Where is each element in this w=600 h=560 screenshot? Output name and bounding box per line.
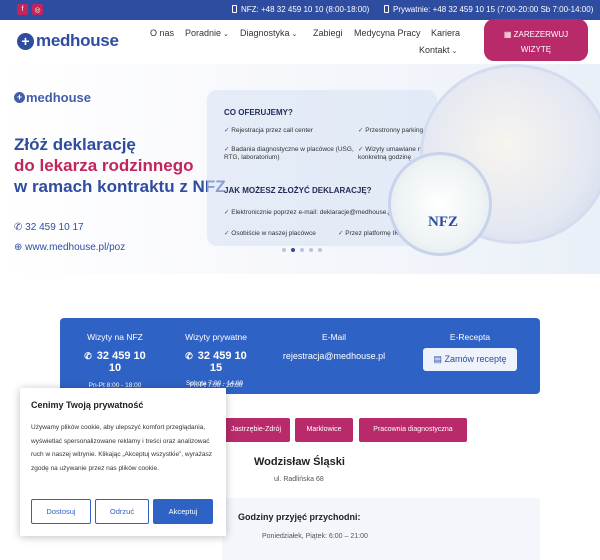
slider-dot[interactable] xyxy=(282,248,286,252)
hours-row: Poniedziałek, Piątek: 6:00 – 21:00 xyxy=(262,533,368,540)
cookie-customize-button[interactable]: Dostosuj xyxy=(31,499,91,524)
email-contact: E-Mail rejestracja@medhouse.pl xyxy=(278,332,390,361)
hero-phone-text: 32 459 10 17 xyxy=(25,222,84,233)
offer-item: Badania diagnostyczne w placówce (USG, R… xyxy=(224,146,354,162)
hero-title-line-2: do lekarza rodzinnego xyxy=(14,156,194,175)
hours-box xyxy=(222,498,540,560)
location-button-diagnostic-lab[interactable]: Pracownia diagnostyczna xyxy=(359,418,467,442)
document-icon: ▤ xyxy=(433,354,445,364)
phone-icon: ✆ xyxy=(14,222,26,233)
hero-url-text: www.medhouse.pl/poz xyxy=(25,242,126,253)
email-link[interactable]: rejestracja@medhouse.pl xyxy=(278,351,390,361)
cookie-reject-button[interactable]: Odrzuć xyxy=(95,499,149,524)
slider-dot[interactable] xyxy=(300,248,304,252)
chevron-down-icon: ⌄ xyxy=(451,48,458,55)
site-logo[interactable]: + medhouse xyxy=(17,31,119,51)
private-phone-number: 32 459 10 15 xyxy=(197,350,247,374)
offer-item: Rejestracja przez call center xyxy=(224,127,354,135)
nav-label: Kontakt xyxy=(419,45,450,55)
hours-heading: Godziny przyjęć przychodni: xyxy=(238,512,361,522)
offer-heading: CO OFERUJEMY? xyxy=(224,108,293,117)
hero-title-line-1: Złóż deklarację xyxy=(14,135,136,154)
nfz-phone-number: 32 459 10 10 xyxy=(96,350,146,374)
erecepta-heading: E-Recepta xyxy=(449,332,491,342)
private-phone-text: Prywatnie: +48 32 459 10 15 (7:00-20:00 … xyxy=(393,5,594,14)
hero-banner[interactable]: + medhouse Złóż deklarację do lekarza ro… xyxy=(0,64,600,274)
nav-item-kontakt[interactable]: Kontakt ⌄ xyxy=(419,45,457,55)
nav-label: Diagnostyka xyxy=(240,28,290,38)
nfz-phone-topbar[interactable]: NFZ: +48 32 459 10 10 (8:00-18:00) xyxy=(232,5,369,14)
top-bar: f ◎ NFZ: +48 32 459 10 10 (8:00-18:00) P… xyxy=(0,0,600,20)
facebook-icon[interactable]: f xyxy=(17,4,28,15)
private-saturday-hours: Sobota 7:00 - 14:00 xyxy=(186,380,244,387)
order-prescription-label: Zamów receptę xyxy=(444,354,507,364)
declaration-method: Osobiście w naszej placówce xyxy=(224,230,334,238)
logo-plus-icon: + xyxy=(17,32,34,50)
phone-icon: ✆ xyxy=(185,351,193,361)
phone-icon xyxy=(232,5,237,13)
hero-title-line-3: w ramach kontraktu z NFZ xyxy=(14,177,226,196)
slider-dot[interactable] xyxy=(309,248,313,252)
order-prescription-button[interactable]: ▤ Zamów receptę xyxy=(423,348,517,371)
slider-dot-active[interactable] xyxy=(291,248,295,252)
family-photo-circle xyxy=(388,152,492,256)
slider-dot[interactable] xyxy=(318,248,322,252)
phone-icon: ✆ xyxy=(84,351,92,361)
nfz-phone[interactable]: ✆ 32 459 10 10 xyxy=(80,350,150,374)
nfz-contact: Wizyty na NFZ ✆ 32 459 10 10 Pn-Pt 8:00 -… xyxy=(80,332,150,389)
nav-item-medycyna-pracy[interactable]: Medycyna Pracy xyxy=(354,28,421,38)
declaration-heading: JAK MOŻESZ ZŁOŻYĆ DEKLARACJĘ? xyxy=(224,186,372,195)
cookie-accept-button[interactable]: Akceptuj xyxy=(153,499,213,524)
reserve-visit-button[interactable]: ▦ ZAREZERWUJ WIZYTĘ xyxy=(484,19,588,61)
nfz-logo: NFZ xyxy=(428,214,458,230)
calendar-icon: ▦ xyxy=(503,30,514,39)
email-heading: E-Mail xyxy=(321,332,347,342)
hero-title: Złóż deklarację do lekarza rodzinnego w … xyxy=(14,134,226,197)
slider-dots[interactable] xyxy=(282,248,322,252)
reserve-label-1: ZAREZERWUJ xyxy=(513,30,569,39)
nfz-phone-text: NFZ: +48 32 459 10 10 (8:00-18:00) xyxy=(241,5,370,14)
nav-label: Poradnie xyxy=(185,28,222,38)
private-phone-topbar[interactable]: Prywatnie: +48 32 459 10 15 (7:00-20:00 … xyxy=(384,5,593,14)
nav-item-o-nas[interactable]: O nas xyxy=(150,28,174,38)
location-button-jastrzebie[interactable]: Jastrzębie-Zdrój xyxy=(222,418,290,442)
hero-logo-text: medhouse xyxy=(26,90,92,105)
location-street: ul. Radlińska 68 xyxy=(274,476,324,483)
erecepta-contact: E-Recepta ▤ Zamów receptę xyxy=(418,332,522,371)
cookie-consent-dialog: Cenimy Twoją prywatność Używamy plików c… xyxy=(20,388,226,536)
hero-url: ⊕ www.medhouse.pl/poz xyxy=(14,242,125,253)
nav-item-zabiegi[interactable]: Zabiegi xyxy=(313,28,343,38)
location-city: Wodzisław Śląski xyxy=(254,456,345,468)
globe-icon: ⊕ xyxy=(14,242,26,253)
cookie-title: Cenimy Twoją prywatność xyxy=(31,400,144,410)
nav-item-poradnie[interactable]: Poradnie ⌄ xyxy=(185,28,229,38)
logo-text: medhouse xyxy=(36,31,119,50)
hero-logo: + medhouse xyxy=(14,90,91,105)
contact-strip: Wizyty na NFZ ✆ 32 459 10 10 Pn-Pt 8:00 -… xyxy=(60,318,540,394)
instagram-icon[interactable]: ◎ xyxy=(32,4,43,15)
phone-icon xyxy=(384,5,389,13)
private-phone[interactable]: ✆ 32 459 10 15 xyxy=(180,350,252,374)
chevron-down-icon: ⌄ xyxy=(223,31,229,38)
nav-item-kariera[interactable]: Kariera xyxy=(431,28,460,38)
hero-phone: ✆ 32 459 10 17 xyxy=(14,222,84,233)
nfz-heading: Wizyty na NFZ xyxy=(87,332,143,342)
private-heading: Wizyty prywatne xyxy=(185,332,247,342)
chevron-down-icon: ⌄ xyxy=(291,31,298,38)
cookie-text: Używamy plików cookie, aby ulepszyć komf… xyxy=(31,424,212,472)
reserve-label-2: WIZYTĘ xyxy=(520,45,552,54)
logo-plus-icon: + xyxy=(14,92,25,103)
location-button-marklowice[interactable]: Marklowice xyxy=(295,418,353,442)
nav-item-diagnostyka[interactable]: Diagnostyka ⌄ xyxy=(240,28,297,38)
